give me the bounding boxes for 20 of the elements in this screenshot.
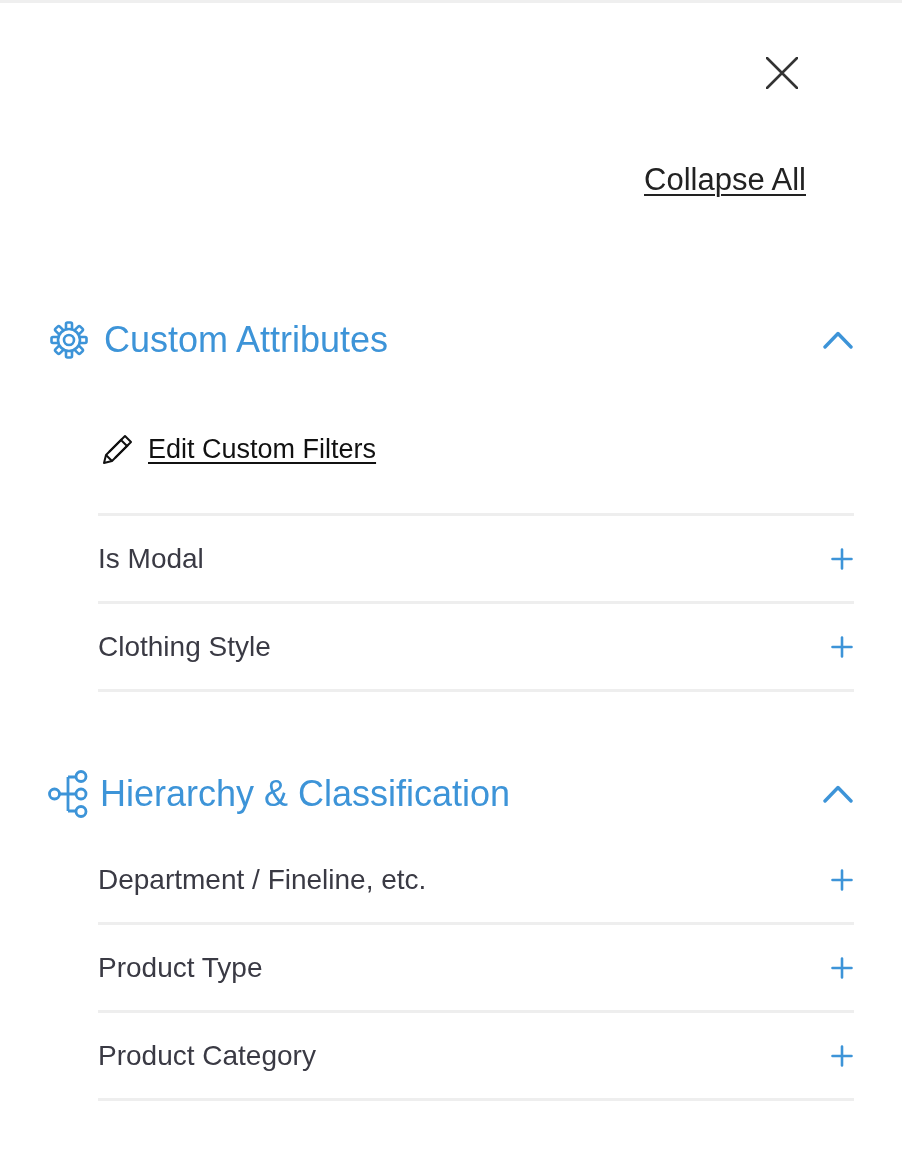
section-title: Hierarchy & Classification xyxy=(100,773,511,815)
chevron-up-icon[interactable] xyxy=(823,331,853,349)
edit-filters-link[interactable]: Edit Custom Filters xyxy=(148,432,377,466)
gear-icon xyxy=(50,321,88,359)
section-title: Custom Attributes xyxy=(104,319,389,361)
plus-icon[interactable] xyxy=(831,547,853,570)
plus-icon[interactable] xyxy=(831,635,853,658)
close-icon[interactable] xyxy=(766,57,798,89)
filter-label: Is Modal xyxy=(98,541,204,576)
pencil-icon xyxy=(102,433,133,465)
plus-icon[interactable] xyxy=(831,1044,853,1067)
collapse-all-link[interactable]: Collapse All xyxy=(644,161,806,198)
plus-icon[interactable] xyxy=(831,956,853,979)
filter-label: Product Category xyxy=(98,1038,316,1073)
filter-label: Department / Fineline, etc. xyxy=(98,862,427,897)
filter-label: Clothing Style xyxy=(98,629,271,664)
hierarchy-icon xyxy=(48,769,88,819)
filter-label: Product Type xyxy=(98,950,263,985)
plus-icon[interactable] xyxy=(831,868,853,891)
chevron-up-icon[interactable] xyxy=(823,785,853,803)
